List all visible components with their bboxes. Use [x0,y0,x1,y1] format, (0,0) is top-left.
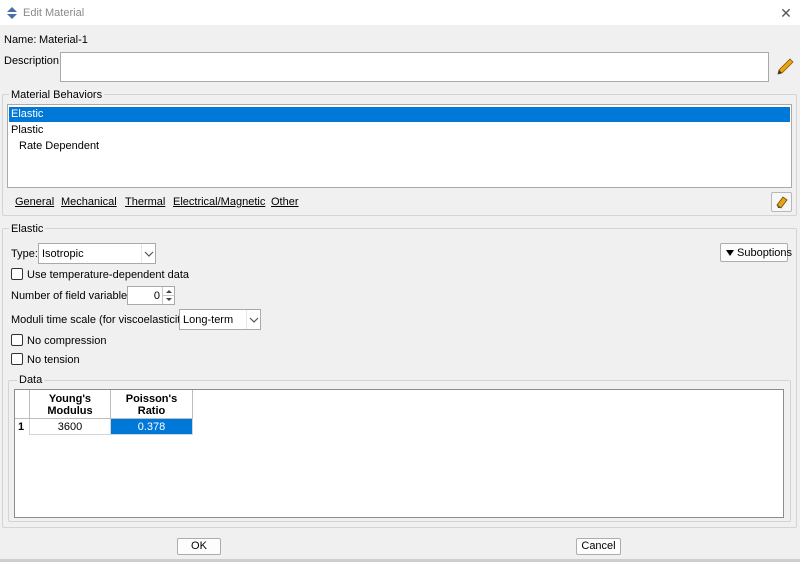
table-corner [15,390,30,419]
material-behaviors-title: Material Behaviors [9,89,105,101]
behavior-menu-bar: General Mechanical Thermal Electrical/Ma… [7,193,767,211]
no-tension-label: No tension [27,354,80,366]
use-temperature-checkbox[interactable] [11,268,23,280]
material-behaviors-list[interactable]: Elastic Plastic Rate Dependent [7,104,792,188]
name-label: Name: [4,34,37,46]
close-button[interactable]: ✕ [774,2,798,24]
menu-mechanical[interactable]: Mechanical [61,196,117,208]
field-variables-label: Number of field variables: [11,290,136,302]
moduli-time-scale-label: Moduli time scale (for viscoelasticity): [11,314,193,326]
field-variables-value: 0 [153,290,160,302]
window-title: Edit Material [23,7,85,19]
cancel-button[interactable]: Cancel [576,538,621,555]
chevron-down-icon [144,251,154,257]
use-temperature-label: Use temperature-dependent data [27,269,190,281]
behavior-item-rate-dependent[interactable]: Rate Dependent [9,139,790,154]
elastic-title: Elastic [9,223,46,235]
moduli-time-scale-select[interactable]: Long-term [179,309,261,330]
description-label: Description: [4,55,63,67]
no-tension-checkbox[interactable] [11,353,23,365]
table-cell-poissons-ratio[interactable]: 0.378 [111,419,193,435]
behavior-item-plastic[interactable]: Plastic [9,123,790,138]
row-header[interactable]: 1 [15,419,30,435]
type-label: Type: [11,248,38,260]
eraser-icon [776,196,788,209]
app-icon [7,7,17,19]
spinner-arrows-icon[interactable] [163,287,175,304]
field-variables-spinner[interactable]: 0 [127,286,175,305]
column-header-poissons-ratio[interactable]: Poisson's Ratio [111,390,193,419]
column-header-youngs-modulus[interactable]: Young's Modulus [30,390,111,419]
menu-thermal[interactable]: Thermal [125,196,165,208]
data-title: Data [17,374,45,386]
menu-electrical-magnetic[interactable]: Electrical/Magnetic [173,196,265,208]
edit-description-pencil-icon[interactable] [776,57,794,77]
type-select[interactable]: Isotropic [38,243,156,264]
behavior-item-elastic[interactable]: Elastic [9,107,790,122]
suboptions-label: Suboptions [737,247,793,259]
title-bar [0,0,800,26]
data-table[interactable]: Young's Modulus Poisson's Ratio 1 3600 0… [14,389,784,518]
description-input[interactable] [60,52,769,82]
delete-behavior-button[interactable] [771,192,792,212]
triangle-down-icon [726,250,734,256]
menu-other[interactable]: Other [271,196,299,208]
table-cell-youngs-modulus[interactable]: 3600 [30,419,111,435]
moduli-time-scale-value: Long-term [183,314,234,326]
ok-button[interactable]: OK [177,538,221,555]
no-compression-checkbox[interactable] [11,334,23,346]
chevron-down-icon [249,317,259,323]
name-value: Material-1 [39,34,88,46]
menu-general[interactable]: General [15,196,54,208]
suboptions-button[interactable]: Suboptions [720,243,792,262]
type-select-value: Isotropic [42,248,84,260]
no-compression-label: No compression [27,335,107,347]
